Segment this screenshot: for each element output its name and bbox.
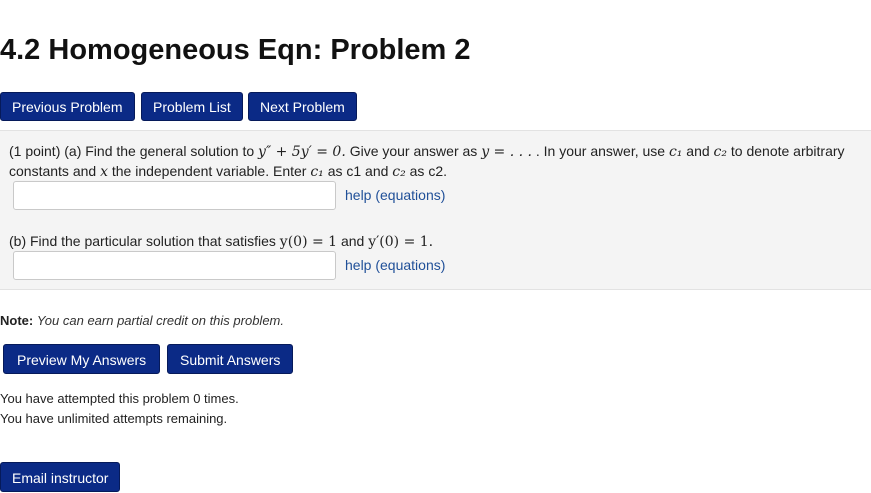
note: Note: You can earn partial credit on thi… bbox=[0, 313, 284, 328]
part-a-line1: (1 point) (a) Find the general solution … bbox=[9, 143, 845, 160]
x-symbol: x bbox=[100, 164, 108, 180]
attempts-remaining: You have unlimited attempts remaining. bbox=[0, 411, 228, 426]
part-a-tail: to denote arbitrary bbox=[730, 143, 845, 159]
note-text: You can earn partial credit on this prob… bbox=[36, 313, 284, 328]
c2-symbol-2: c₂ bbox=[392, 164, 406, 180]
as-c1-text: as c1 and bbox=[327, 163, 389, 179]
c1-symbol: c₁ bbox=[668, 144, 683, 160]
problem-panel: (1 point) (a) Find the general solution … bbox=[0, 130, 871, 290]
condition-2: y′(0) = 1. bbox=[368, 234, 434, 250]
help-equations-link-b[interactable]: help (equations) bbox=[345, 257, 445, 273]
help-equations-link-a[interactable]: help (equations) bbox=[345, 187, 445, 203]
submit-answers-button[interactable]: Submit Answers bbox=[167, 344, 294, 374]
part-b-prefix: (b) Find the particular solution that sa… bbox=[9, 233, 276, 249]
and-word: and bbox=[686, 143, 710, 159]
answer-a-input[interactable] bbox=[13, 181, 336, 210]
and-word-b: and bbox=[340, 233, 365, 249]
c1-symbol-2: c₁ bbox=[310, 164, 324, 180]
line2-mid: the independent variable. Enter bbox=[111, 163, 307, 179]
part-b-line: (b) Find the particular solution that sa… bbox=[9, 233, 433, 250]
answer-b-input[interactable] bbox=[13, 251, 336, 280]
part-a-after: . In your answer, use bbox=[535, 143, 666, 159]
note-label: Note: bbox=[0, 313, 34, 328]
condition-1: y(0) = 1 bbox=[279, 234, 338, 250]
problem-list-button[interactable]: Problem List bbox=[141, 92, 243, 121]
as-c2-text: as c2. bbox=[409, 163, 447, 179]
previous-problem-button[interactable]: Previous Problem bbox=[0, 92, 135, 121]
page-title: 4.2 Homogeneous Eqn: Problem 2 bbox=[0, 34, 471, 66]
part-a-prefix: (1 point) (a) Find the general solution … bbox=[9, 143, 255, 159]
part-a-answer-form: y = . . . bbox=[481, 144, 532, 160]
preview-answers-button[interactable]: Preview My Answers bbox=[3, 344, 161, 374]
attempts-count: You have attempted this problem 0 times. bbox=[0, 391, 239, 406]
part-a-equation: y″ + 5y′ = 0. bbox=[258, 144, 346, 160]
c2-symbol: c₂ bbox=[713, 144, 727, 160]
part-a-line2: constants and x the independent variable… bbox=[9, 163, 447, 180]
part-a-mid: Give your answer as bbox=[349, 143, 478, 159]
email-instructor-button[interactable]: Email instructor bbox=[0, 462, 121, 492]
next-problem-button[interactable]: Next Problem bbox=[248, 92, 357, 121]
line2-start: constants and bbox=[9, 163, 97, 179]
